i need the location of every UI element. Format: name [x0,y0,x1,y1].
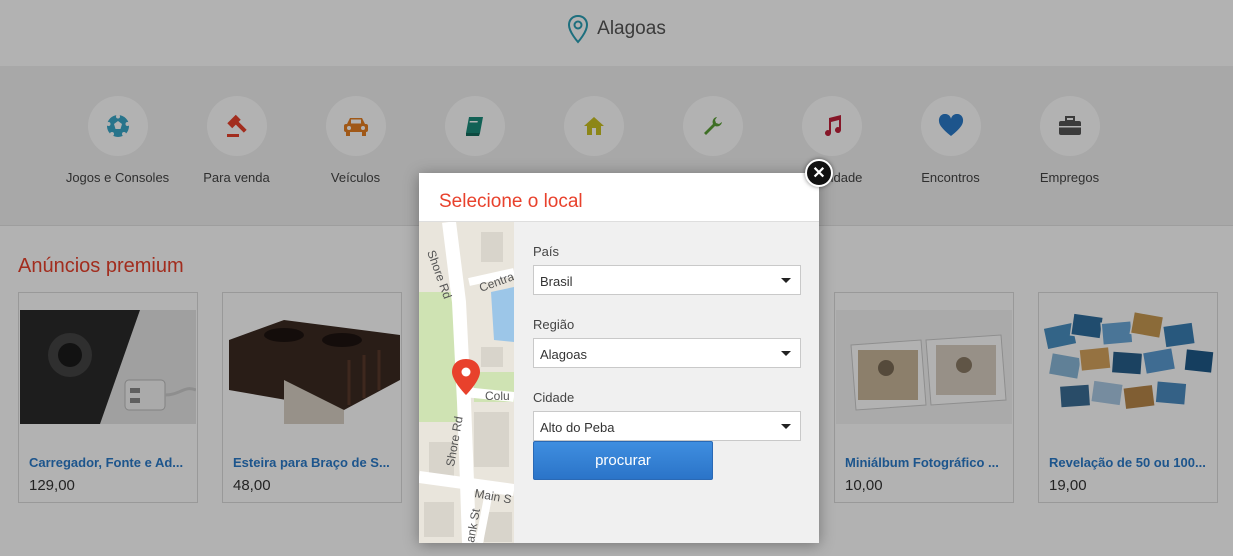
chevron-down-icon [781,424,791,429]
close-icon[interactable]: ✕ [805,159,833,187]
city-value: Alto do Peba [540,420,615,435]
location-modal: Selecione o local Shore Rd Centra Colu S… [419,173,819,543]
modal-title: Selecione o local [439,191,583,212]
region-value: Alagoas [540,347,587,362]
country-select[interactable]: Brasil [533,265,801,295]
search-button[interactable]: procurar [533,441,713,480]
region-label: Região [533,317,575,332]
city-label: Cidade [533,390,575,405]
chevron-down-icon [781,351,791,356]
region-select[interactable]: Alagoas [533,338,801,368]
chevron-down-icon [781,278,791,283]
city-select[interactable]: Alto do Peba [533,411,801,441]
street-map: Shore Rd Centra Colu Shore Rd Main S ank… [419,222,514,543]
country-value: Brasil [540,274,573,289]
map-street-label: Colu [485,389,510,403]
country-label: País [533,244,560,259]
location-map[interactable]: Shore Rd Centra Colu Shore Rd Main S ank… [419,222,514,543]
location-form: País Brasil Região Alagoas Cidade Alto d… [533,222,801,480]
modal-header: Selecione o local [419,173,819,222]
